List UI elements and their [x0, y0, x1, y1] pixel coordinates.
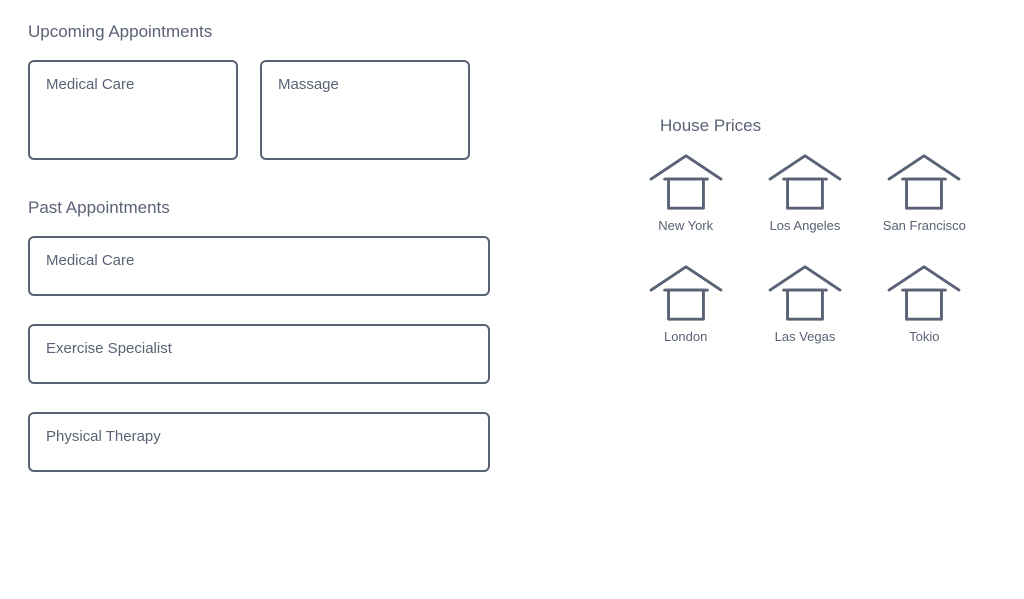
house-icon: [647, 150, 725, 214]
upcoming-card-label: Massage: [278, 76, 452, 93]
house-item-los-angeles[interactable]: Los Angeles: [759, 150, 850, 233]
house-caption: Los Angeles: [770, 218, 841, 233]
house-icon: [885, 261, 963, 325]
past-title: Past Appointments: [28, 198, 498, 218]
house-caption: Tokio: [909, 329, 939, 344]
house-prices-panel: House Prices New York Los Angeles: [640, 116, 1000, 344]
house-icon: [885, 150, 963, 214]
upcoming-row: Medical Care Massage: [28, 60, 498, 160]
upcoming-card-medical-care[interactable]: Medical Care: [28, 60, 238, 160]
house-caption: London: [664, 329, 707, 344]
house-item-tokio[interactable]: Tokio: [879, 261, 970, 344]
appointments-panel: Upcoming Appointments Medical Care Massa…: [28, 22, 498, 472]
house-caption: New York: [658, 218, 713, 233]
house-caption: Las Vegas: [775, 329, 836, 344]
house-icon: [766, 261, 844, 325]
house-item-new-york[interactable]: New York: [640, 150, 731, 233]
house-icon: [647, 261, 725, 325]
past-card-label: Medical Care: [46, 252, 472, 269]
past-list: Medical Care Exercise Specialist Physica…: [28, 236, 498, 472]
upcoming-card-label: Medical Care: [46, 76, 220, 93]
past-card-label: Physical Therapy: [46, 428, 472, 445]
past-card-medical-care[interactable]: Medical Care: [28, 236, 490, 296]
past-card-physical-therapy[interactable]: Physical Therapy: [28, 412, 490, 472]
house-item-london[interactable]: London: [640, 261, 731, 344]
past-card-exercise-specialist[interactable]: Exercise Specialist: [28, 324, 490, 384]
house-prices-title: House Prices: [660, 116, 1000, 136]
house-icon: [766, 150, 844, 214]
house-caption: San Francisco: [883, 218, 966, 233]
upcoming-title: Upcoming Appointments: [28, 22, 498, 42]
house-item-las-vegas[interactable]: Las Vegas: [759, 261, 850, 344]
past-card-label: Exercise Specialist: [46, 340, 472, 357]
upcoming-card-massage[interactable]: Massage: [260, 60, 470, 160]
house-item-san-francisco[interactable]: San Francisco: [879, 150, 970, 233]
house-grid: New York Los Angeles San Francisco: [640, 150, 970, 344]
